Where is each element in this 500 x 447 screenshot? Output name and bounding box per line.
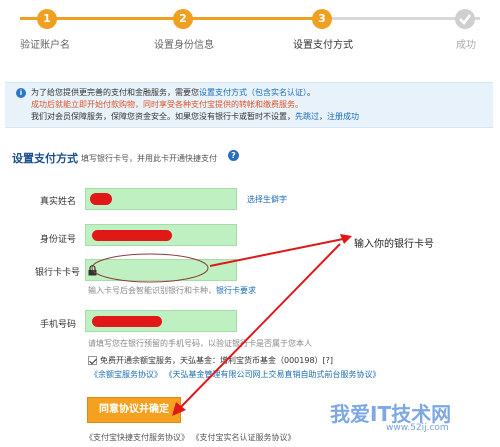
phone-field[interactable] [85,310,237,332]
bank-card-input[interactable] [85,259,237,281]
step-1-circle: 1 [37,9,57,29]
yuebao-agree-text: 免费开通余额宝服务，天弘基金：增利宝货币基金（000198）[?] [100,356,334,365]
step-2-label: 设置身份信息 [154,40,214,51]
bank-card-hint-text: 输入卡号后会智能识别银行和卡种， [88,286,216,295]
card-requirements-link[interactable]: 银行卡要求 [216,286,256,295]
fund-agreement-link[interactable]: 《天弘基金管理有限公司网上交易直销自助式前台服务协议》 [165,370,381,379]
step-2-circle: 2 [173,9,193,29]
realname-agreement-link[interactable]: 《支付宝实名认证服务协议》 [192,433,296,442]
bank-card-hint: 输入卡号后会智能识别银行和卡种，银行卡要求 [88,285,256,296]
info-notice: i 为了给您提供更完善的支付和金融服务，需要您设置支付方式（包含实名认证）。 成… [5,82,493,128]
set-payment-link[interactable]: 设置支付方式（包含实名认证） [199,88,307,97]
step-3-label: 设置支付方式 [293,40,353,51]
skip-link[interactable]: 先跳过 [295,112,319,121]
phone-label: 手机号码 [39,320,76,330]
yuebao-agreement-link[interactable]: 《余额宝服务协议》 [90,370,162,379]
real-name-label: 真实姓名 [39,197,76,207]
step-1-label: 验证账户名 [20,40,70,51]
agree-submit-button[interactable]: 同意协议并确定 [87,397,181,423]
bank-card-label: 银行卡卡号 [34,268,80,278]
lock-icon [88,265,97,276]
bottom-agreement-links: 《支付宝快捷支付服务协议》 《支付宝实名认证服务协议》 [85,432,296,443]
notice-text-3: 我们对会员保障服务，保障您资金安全。如果您没有银行卡或暂时不设置， [31,112,295,121]
register-success-link[interactable]: 注册成功 [327,112,359,121]
quickpay-agreement-link[interactable]: 《支付宝快捷支付服务协议》 [85,433,189,442]
progress-steps: 1 验证账户名 2 设置身份信息 3 设置支付方式 成功 [0,0,500,62]
step-4-check-icon [455,9,475,29]
yuebao-checkbox[interactable] [88,356,97,365]
help-icon[interactable]: ? [228,150,239,161]
section-title: 设置支付方式 [12,152,78,165]
notice-text: 为了给您提供更完善的支付和金融服务，需要您 [31,88,199,97]
step-4-label: 成功 [456,40,476,51]
redaction-mark [92,316,162,327]
id-number-label: 身份证号 [39,235,76,245]
annotation-text: 输入你的银行卡号 [354,239,434,250]
info-icon: i [16,88,26,98]
step-3-circle: 3 [312,9,332,29]
annotation-arrowhead-1 [340,234,352,244]
notice-line-2: 成功后就能立即开始付款购物，同时享受各种支付宝提供的转帐和缴费服务。 [31,100,303,109]
section-hint: 填写银行卡号，并用此卡开通快捷支付 [81,154,217,163]
redaction-mark [90,193,112,205]
id-number-field[interactable] [85,224,237,246]
watermark-url: www.52ij.com [386,423,449,433]
redaction-mark [92,230,172,241]
notice-sep: ， [319,112,327,121]
rare-char-link[interactable]: 选择生僻字 [247,194,287,205]
real-name-field[interactable] [85,188,237,210]
notice-text-end: 。 [307,88,315,97]
progress-line-done [20,17,320,20]
phone-hint: 请填写您在银行预留的手机号码，以验证银行卡是否属于您本人 [88,339,312,348]
notice-line-3: 我们对会员保障服务，保障您资金安全。如果您没有银行卡或暂时不设置，先跳过，注册成… [31,111,493,123]
notice-line-1: 为了给您提供更完善的支付和金融服务，需要您设置支付方式（包含实名认证）。 [31,87,493,99]
agreement-links: 《余额宝服务协议》 《天弘基金管理有限公司网上交易直销自助式前台服务协议》 [90,369,381,380]
